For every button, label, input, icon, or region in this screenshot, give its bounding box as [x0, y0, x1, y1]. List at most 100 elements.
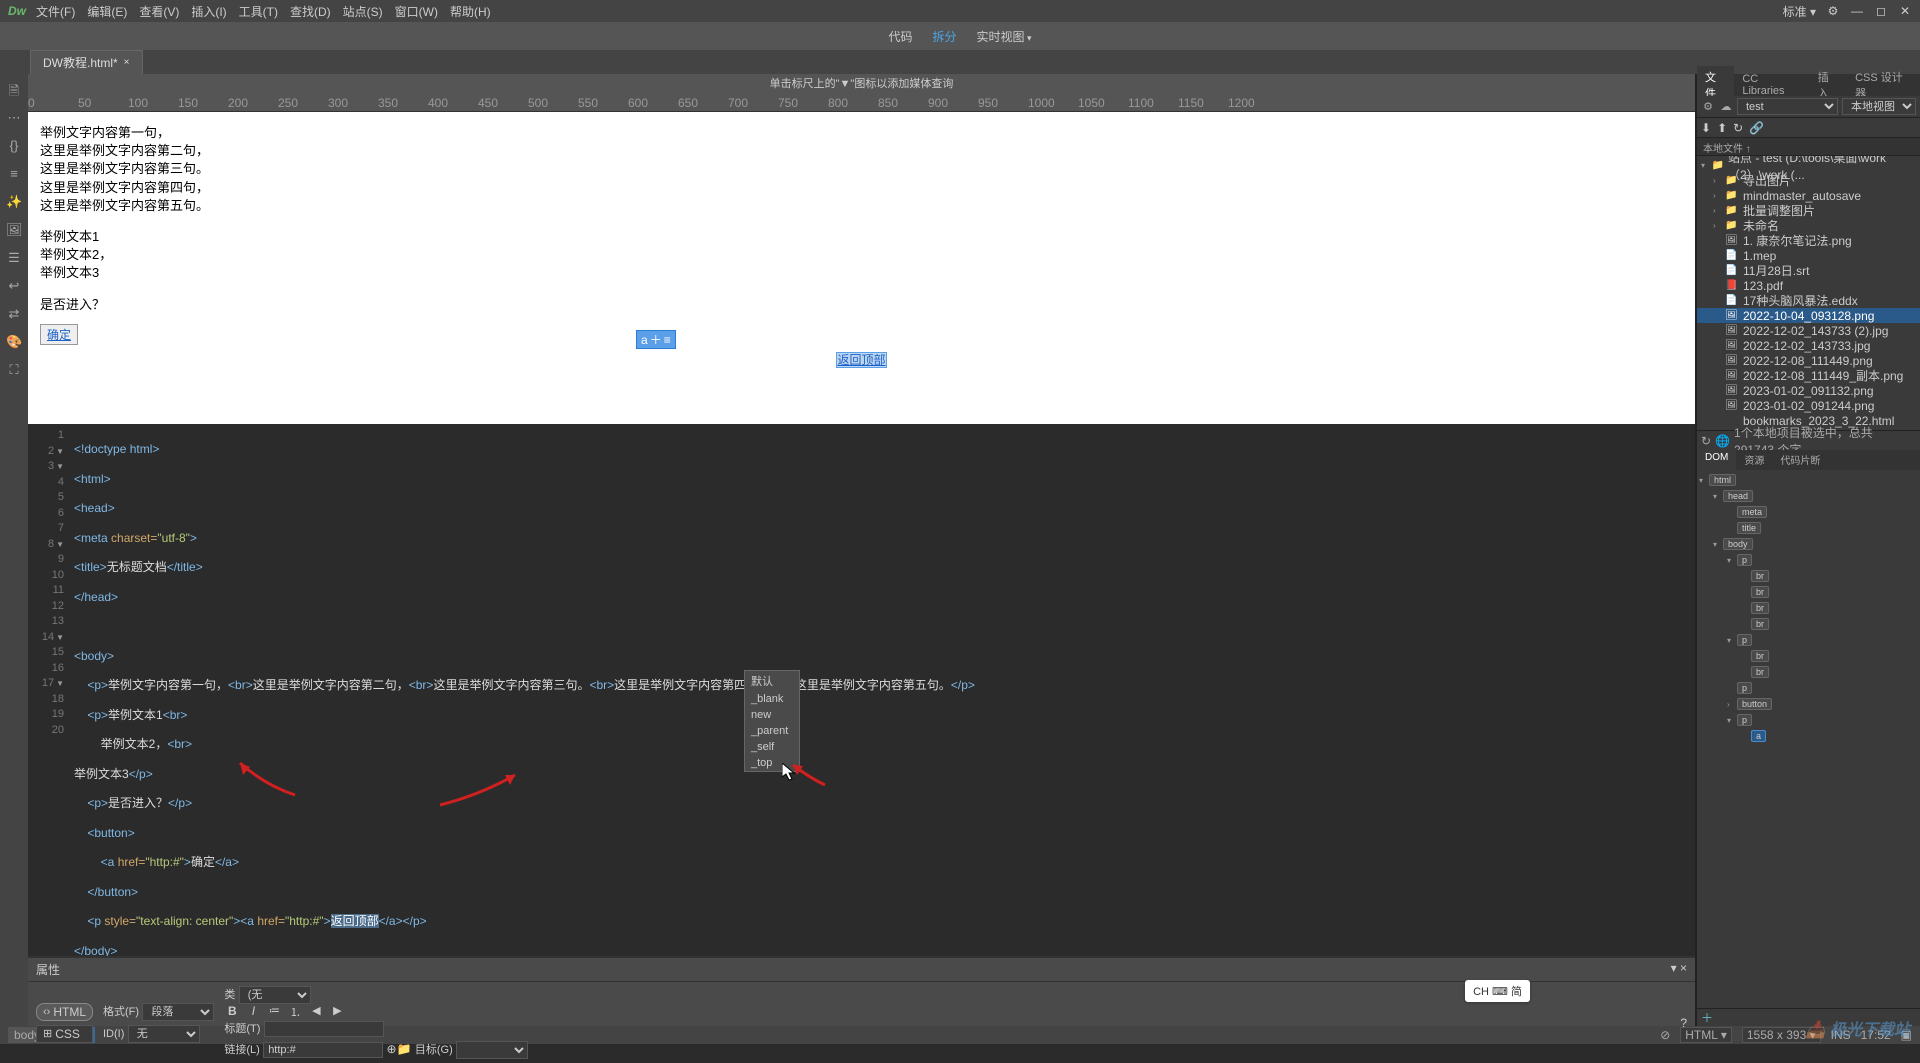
menu-tools[interactable]: 工具(T): [239, 3, 278, 20]
tool-swap-icon[interactable]: ⇄: [6, 306, 22, 322]
tab-assets[interactable]: 资源: [1736, 450, 1772, 470]
file-tree-row[interactable]: ›📁批量调整图片: [1697, 203, 1920, 218]
file-tree-row[interactable]: ▾📁站点 - test (D:\tools\桌面\work（2）\work (.…: [1697, 158, 1920, 173]
dom-tree-row[interactable]: title: [1699, 520, 1918, 536]
target-option-default[interactable]: 默认: [745, 671, 799, 691]
target-option-new[interactable]: new: [745, 707, 799, 723]
view-code[interactable]: 代码: [888, 28, 912, 45]
local-files-tab[interactable]: 本地文件 ↑: [1697, 138, 1920, 156]
maximize-icon[interactable]: ◻: [1874, 4, 1888, 18]
view-live[interactable]: 实时视图: [976, 28, 1031, 45]
file-tree-row[interactable]: 🖼2022-12-08_111449.png: [1697, 353, 1920, 368]
dom-tree-row[interactable]: br: [1699, 600, 1918, 616]
css-mode-button[interactable]: ⊞ CSS: [36, 1025, 93, 1043]
ime-indicator[interactable]: CH ⌨ 简: [1465, 980, 1530, 1002]
cloud-icon[interactable]: ☁: [1719, 100, 1733, 114]
help-icon[interactable]: ?: [1680, 1016, 1687, 1030]
file-tree[interactable]: ▾📁站点 - test (D:\tools\桌面\work（2）\work (.…: [1697, 156, 1920, 430]
file-tree-row[interactable]: 🖼2022-12-02_143733.jpg: [1697, 338, 1920, 353]
menu-file[interactable]: 文件(F): [36, 3, 75, 20]
class-select[interactable]: (无: [239, 986, 311, 1004]
target-option-self[interactable]: _self: [745, 739, 799, 755]
dom-tree-row[interactable]: br: [1699, 664, 1918, 680]
file-tab[interactable]: DW教程.html* ×: [30, 50, 143, 74]
menu-window[interactable]: 窗口(W): [395, 3, 438, 20]
link-input[interactable]: [263, 1042, 383, 1058]
dom-tree-row[interactable]: a: [1699, 728, 1918, 744]
refresh-icon[interactable]: ↻: [1733, 121, 1743, 135]
badge-plus-icon[interactable]: ＋: [650, 331, 662, 348]
link-folder-icon[interactable]: 📁: [397, 1042, 412, 1056]
layout-dropdown[interactable]: 标准 ▾: [1783, 3, 1816, 20]
file-tree-row[interactable]: 📄1.mep: [1697, 248, 1920, 263]
menu-insert[interactable]: 插入(I): [191, 3, 226, 20]
dom-tree-row[interactable]: ▾head: [1699, 488, 1918, 504]
file-tree-row[interactable]: 🖼1. 康奈尔笔记法.png: [1697, 233, 1920, 248]
dom-tree-row[interactable]: ›button: [1699, 696, 1918, 712]
tool-color-icon[interactable]: 🎨: [6, 334, 22, 350]
ul-button[interactable]: ≔: [266, 1004, 282, 1020]
sync-status-icon[interactable]: ↻: [1701, 434, 1711, 448]
tool-indent-icon[interactable]: ≡: [6, 166, 22, 182]
tool-img-icon[interactable]: 🖼: [6, 222, 22, 238]
format-select[interactable]: 段落: [142, 1003, 214, 1021]
title-input[interactable]: [264, 1021, 384, 1037]
tool-dotdot-icon[interactable]: ⋯: [6, 110, 22, 126]
target-option-parent[interactable]: _parent: [745, 723, 799, 739]
file-tree-row[interactable]: 📕123.pdf: [1697, 278, 1920, 293]
dom-tree-row[interactable]: meta: [1699, 504, 1918, 520]
dom-tree-row[interactable]: ▾p: [1699, 552, 1918, 568]
file-tree-row[interactable]: 🖼2023-01-02_091132.png: [1697, 383, 1920, 398]
back-to-top-link[interactable]: 返回顶部: [837, 353, 885, 367]
code-editor[interactable]: 12▼3▼45678▼91011121314▼151617▼181920 <!d…: [28, 424, 1695, 956]
ruler[interactable]: 0501001502002503003504004505005506006507…: [28, 94, 1695, 112]
italic-button[interactable]: I: [245, 1004, 261, 1020]
badge-menu-icon[interactable]: ≡: [664, 333, 671, 347]
file-tree-row[interactable]: 🖼2023-01-02_091244.png: [1697, 398, 1920, 413]
file-tree-row[interactable]: 🖼2022-12-08_111449_副本.png: [1697, 368, 1920, 383]
sync-icon[interactable]: ⚙: [1701, 100, 1715, 114]
html-mode-button[interactable]: ‹› HTML: [36, 1003, 93, 1021]
dom-tree-row[interactable]: ▾body: [1699, 536, 1918, 552]
file-tree-row[interactable]: 📄17种头脑风暴法.eddx: [1697, 293, 1920, 308]
file-tree-row[interactable]: 📄11月28日.srt: [1697, 263, 1920, 278]
dom-tree[interactable]: ▾html▾headmetatitle▾body▾pbrbrbrbr▾pbrbr…: [1697, 470, 1920, 1008]
tool-wand-icon[interactable]: ✨: [6, 194, 22, 210]
properties-collapse-icon[interactable]: ▾: [1671, 961, 1677, 975]
file-tree-row[interactable]: ›📁mindmaster_autosave: [1697, 188, 1920, 203]
view-dropdown[interactable]: 本地视图: [1842, 98, 1916, 115]
preview-button[interactable]: 确定: [40, 324, 78, 345]
dom-tree-row[interactable]: ▾p: [1699, 632, 1918, 648]
tool-wrap-icon[interactable]: ↩: [6, 278, 22, 294]
globe-icon[interactable]: 🌐: [1715, 434, 1730, 448]
dom-tree-row[interactable]: br: [1699, 648, 1918, 664]
menu-help[interactable]: 帮助(H): [450, 3, 491, 20]
minimize-icon[interactable]: —: [1850, 4, 1864, 18]
tool-code-icon[interactable]: {}: [6, 138, 22, 154]
ol-button[interactable]: ⒈: [287, 1004, 303, 1020]
tool-list-icon[interactable]: ☰: [6, 250, 22, 266]
dom-tree-row[interactable]: br: [1699, 568, 1918, 584]
dom-tree-row[interactable]: p: [1699, 680, 1918, 696]
menu-site[interactable]: 站点(S): [343, 3, 383, 20]
target-option-top[interactable]: _top: [745, 755, 799, 771]
target-option-blank[interactable]: _blank: [745, 691, 799, 707]
tool-expand-icon[interactable]: ⛶: [6, 362, 22, 378]
dom-tree-row[interactable]: ▾p: [1699, 712, 1918, 728]
push-icon[interactable]: ⬆: [1717, 121, 1727, 135]
id-select[interactable]: 无: [128, 1025, 200, 1043]
dom-tree-row[interactable]: br: [1699, 616, 1918, 632]
tool-file-icon[interactable]: 🗎: [6, 82, 22, 98]
preview-button-link[interactable]: 确定: [47, 328, 71, 342]
file-tree-row[interactable]: 🖼2022-12-02_143733 (2).jpg: [1697, 323, 1920, 338]
menu-edit[interactable]: 编辑(E): [87, 3, 127, 20]
menu-find[interactable]: 查找(D): [290, 3, 331, 20]
site-dropdown[interactable]: test: [1737, 98, 1838, 115]
menu-view[interactable]: 查看(V): [139, 3, 179, 20]
target-dropdown-menu[interactable]: 默认 _blank new _parent _self _top: [744, 670, 800, 772]
file-tree-row[interactable]: ›📁未命名: [1697, 218, 1920, 233]
dom-tree-row[interactable]: br: [1699, 584, 1918, 600]
tab-snippets[interactable]: 代码片断: [1772, 450, 1828, 470]
code-content[interactable]: <!doctype html> <html> <head> <meta char…: [70, 424, 1695, 956]
link-target-icon[interactable]: ⊕: [387, 1042, 397, 1056]
